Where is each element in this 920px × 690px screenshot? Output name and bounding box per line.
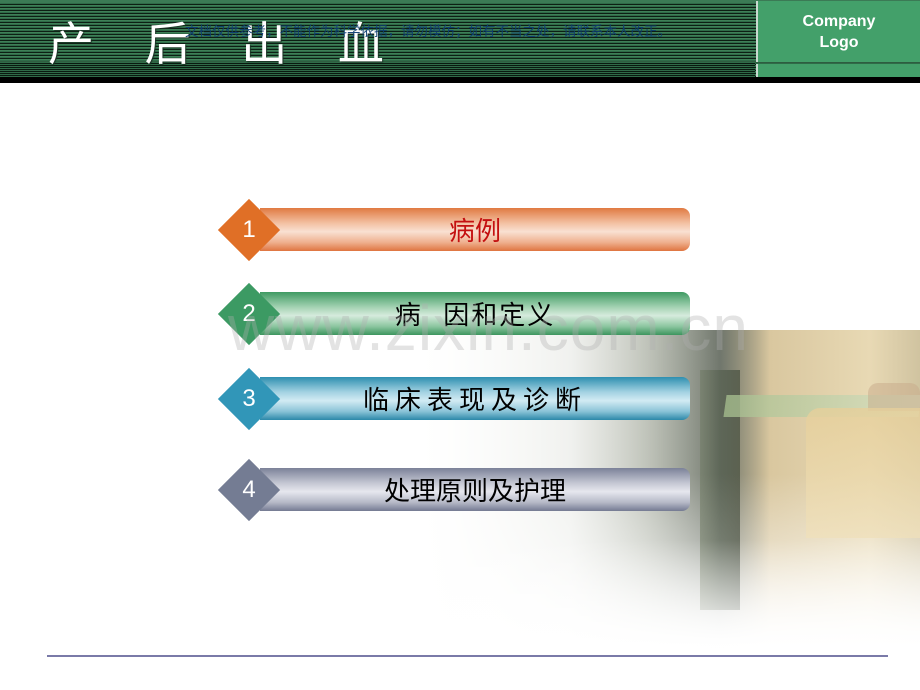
menu-item-4[interactable]: 4 处理原则及护理	[217, 458, 690, 522]
logo-lower-strip	[756, 64, 920, 77]
menu-item-3[interactable]: 3 临床表现及诊断	[217, 367, 690, 431]
footer-divider	[47, 655, 888, 657]
chair-back-distant	[868, 383, 920, 411]
watermark-text: www.zixin.com.cn	[228, 292, 749, 364]
chair-back-shape	[806, 408, 920, 538]
company-logo: Company Logo	[756, 1, 920, 62]
menu-label: 处理原则及护理	[383, 477, 566, 507]
header-band: 产 后 出 血 文档仅供参考，不能作为科学依据，请勿模仿；如有不当之处，请联系本…	[0, 0, 920, 77]
disclaimer-text: 文档仅供参考，不能作为科学依据，请勿模仿；如有不当之处，请联系本人改正。	[185, 24, 671, 40]
menu-item-1[interactable]: 1 病例	[217, 198, 690, 262]
background-fade	[420, 540, 920, 690]
header-underline	[0, 77, 920, 83]
menu-label: 病例	[448, 217, 501, 247]
menu-label: 临床表现及诊断	[362, 386, 587, 416]
company-logo-text: Company Logo	[802, 12, 876, 51]
